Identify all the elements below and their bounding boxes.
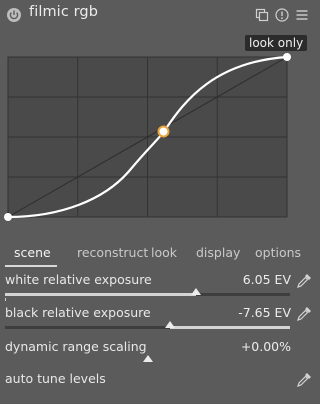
tab-reconstruct[interactable]: reconstruct (77, 245, 148, 260)
slider-label: white relative exposure (5, 272, 152, 287)
slider-value[interactable]: -7.65 EV (238, 305, 291, 320)
slider-track[interactable] (5, 293, 290, 296)
module-header: filmic rgb (0, 0, 318, 30)
slider-value[interactable]: +0.00% (241, 339, 291, 354)
tab-look[interactable]: look (151, 245, 177, 260)
look-only-badge[interactable]: look only (245, 35, 308, 51)
auto-tune-label: auto tune levels (5, 371, 106, 386)
color-picker-icon[interactable] (296, 273, 312, 289)
reset-icon[interactable] (275, 8, 289, 22)
filmic-graph[interactable] (0, 30, 318, 240)
slider-fill (5, 293, 196, 296)
module-tabs: scene reconstruct look display options (0, 244, 318, 267)
black-exposure-slider[interactable]: black relative exposure -7.65 EV (0, 304, 318, 338)
power-icon[interactable] (6, 7, 22, 23)
contrast-node (157, 125, 170, 138)
slider-track[interactable] (5, 326, 290, 329)
slider-marker[interactable] (165, 321, 176, 328)
auto-tune-levels[interactable]: auto tune levels (0, 370, 318, 404)
module-title: filmic rgb (29, 4, 99, 20)
slider-marker[interactable] (142, 355, 153, 362)
slider-origin-tick (5, 298, 6, 301)
slider-fill (170, 326, 290, 329)
tab-display[interactable]: display (196, 245, 240, 260)
tab-scene[interactable]: scene (14, 245, 51, 260)
slider-label: dynamic range scaling (5, 339, 147, 354)
active-tab-indicator (5, 265, 57, 267)
white-node (283, 53, 291, 61)
color-picker-icon[interactable] (296, 306, 312, 322)
tab-options[interactable]: options (255, 245, 301, 260)
slider-label: black relative exposure (5, 305, 151, 320)
white-exposure-slider[interactable]: white relative exposure 6.05 EV (0, 271, 318, 305)
tone-curve-plot (4, 53, 291, 221)
slider-value[interactable]: 6.05 EV (243, 272, 291, 287)
black-node (4, 213, 12, 221)
slider-marker[interactable] (190, 288, 201, 295)
menu-icon[interactable] (295, 8, 309, 22)
presets-icon[interactable] (255, 8, 269, 22)
dynamic-range-slider[interactable]: dynamic range scaling +0.00% (0, 338, 318, 372)
color-picker-icon[interactable] (296, 372, 312, 388)
